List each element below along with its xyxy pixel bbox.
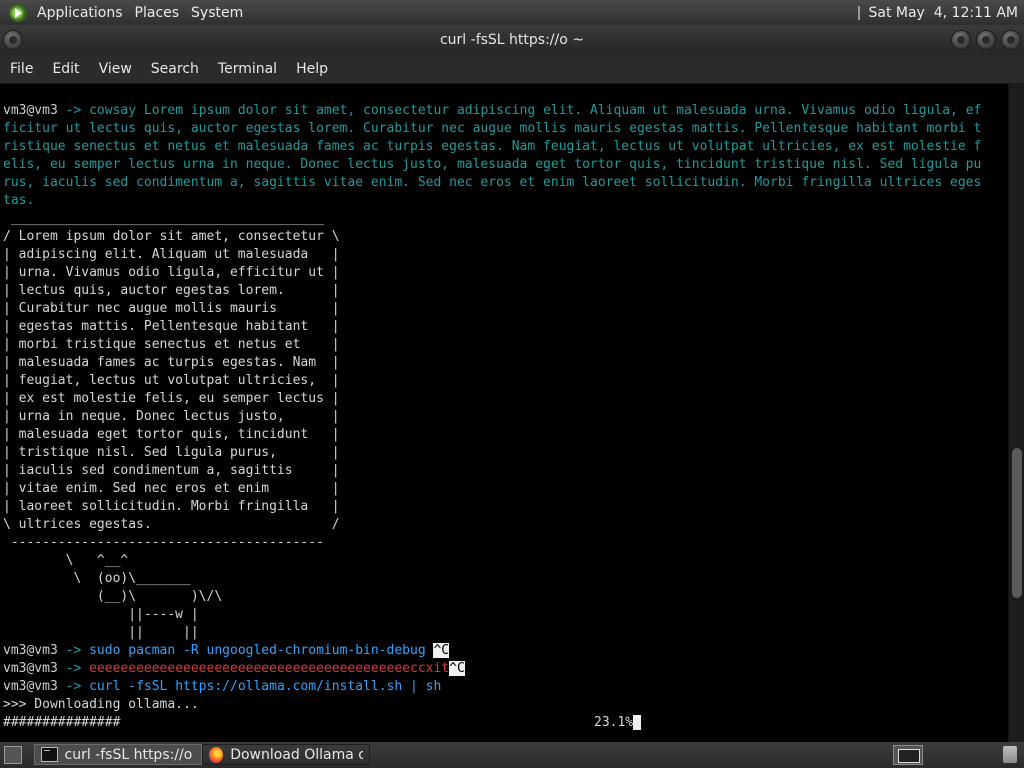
menu-help[interactable]: Help — [296, 61, 328, 77]
firefox-icon — [209, 746, 224, 763]
command-args: Lorem ipsum dolor sit amet, consectetur … — [136, 103, 982, 118]
text-cursor — [633, 715, 641, 730]
command-text: curl -fsSL https://ollama.com/install.sh… — [89, 679, 442, 694]
clock-area: Sat May 4, 12:11 AM — [858, 5, 1024, 21]
bottom-panel: curl -fsSL https://o ~ Download Ollama o… — [0, 742, 1024, 768]
menu-search[interactable]: Search — [151, 61, 199, 77]
places-menu[interactable]: Places — [129, 5, 186, 21]
system-menu[interactable]: System — [185, 5, 249, 21]
menu-terminal[interactable]: Terminal — [218, 61, 277, 77]
prompt: vm3@vm3 — [3, 661, 58, 676]
cowsay-output: ________________________________________… — [3, 211, 340, 640]
progress-bar-hashes: ############### — [3, 715, 121, 730]
panel-separator — [858, 5, 861, 20]
prompt-arrow: -> — [65, 679, 82, 694]
cowsay-command-line: vm3@vm3 -> cowsay Lorem ipsum dolor sit … — [0, 102, 1008, 120]
interrupt-marker: ^C — [449, 661, 465, 676]
minimize-icon[interactable] — [951, 30, 971, 50]
prompt-arrow: -> — [65, 103, 82, 118]
prompt-arrow: -> — [65, 661, 82, 676]
show-desktop-icon[interactable] — [4, 746, 22, 764]
top-panel: Applications Places System Sat May 4, 12… — [0, 0, 1024, 25]
clock[interactable]: Sat May 4, 12:11 AM — [868, 5, 1018, 21]
progress-percent: 23.1% — [594, 714, 641, 732]
wrapped-line: elis, eu semper lectus urna in neque. Do… — [3, 157, 982, 172]
distro-logo-icon[interactable] — [9, 3, 27, 22]
wrapped-line: ristique senectus et netus et malesuada … — [3, 139, 982, 154]
panel-menus: Applications Places System — [0, 0, 249, 25]
trash-icon[interactable] — [1003, 746, 1017, 763]
invalid-command-line: vm3@vm3 -> eeeeeeeeeeeeeeeeeeeeeeeeeeeee… — [0, 660, 1008, 678]
terminal-icon — [41, 747, 58, 762]
terminal-menubar: File Edit View Search Terminal Help — [0, 55, 1024, 84]
maximize-icon[interactable] — [976, 30, 996, 50]
wrapped-line: tas. — [3, 193, 35, 208]
workspace-switcher[interactable] — [893, 745, 923, 765]
menu-file[interactable]: File — [10, 61, 33, 77]
taskbar-item-terminal[interactable]: curl -fsSL https://o ~ — [34, 744, 202, 765]
prompt: vm3@vm3 — [3, 679, 58, 694]
taskbar-item-label: Download Ollama o... — [230, 746, 363, 763]
taskbar-item-firefox[interactable]: Download Ollama o... — [202, 744, 370, 765]
close-icon[interactable] — [1001, 30, 1021, 50]
download-message: >>> Downloading ollama... — [3, 697, 199, 712]
scrollbar-thumb[interactable] — [1012, 448, 1022, 598]
terminal-view[interactable]: vm3@vm3 -> cowsay Lorem ipsum dolor sit … — [0, 84, 1008, 742]
taskbar-item-label: curl -fsSL https://o ~ — [64, 746, 196, 763]
prompt-arrow: -> — [65, 643, 82, 658]
prompt: vm3@vm3 — [3, 643, 58, 658]
terminal-scrollbar[interactable] — [1008, 84, 1024, 742]
command-name: cowsay — [89, 103, 137, 118]
pacman-command-line: vm3@vm3 -> sudo pacman -R ungoogled-chro… — [0, 642, 1008, 660]
curl-command-line: vm3@vm3 -> curl -fsSL https://ollama.com… — [0, 678, 1008, 696]
progress-percent-text: 23.1% — [594, 715, 634, 730]
wrapped-line: rus, iaculis sed condimentum a, sagittis… — [3, 175, 982, 190]
menu-view[interactable]: View — [99, 61, 132, 77]
progress-line: ############### 23.1% — [0, 714, 1008, 732]
window-title: curl -fsSL https://o ~ — [439, 32, 584, 48]
menu-edit[interactable]: Edit — [52, 61, 79, 77]
interrupt-marker: ^C — [433, 643, 450, 658]
command-text: sudo pacman -R ungoogled-chromium-bin-de… — [89, 643, 434, 658]
wrapped-line: ficitur ut lectus quis, auctor egestas l… — [3, 121, 982, 136]
applications-menu[interactable]: Applications — [31, 5, 129, 21]
prompt: vm3@vm3 — [3, 103, 58, 118]
window-titlebar[interactable]: curl -fsSL https://o ~ — [0, 25, 1024, 55]
command-text: eeeeeeeeeeeeeeeeeeeeeeeeeeeeeeeeeeeeeeee… — [89, 661, 450, 676]
